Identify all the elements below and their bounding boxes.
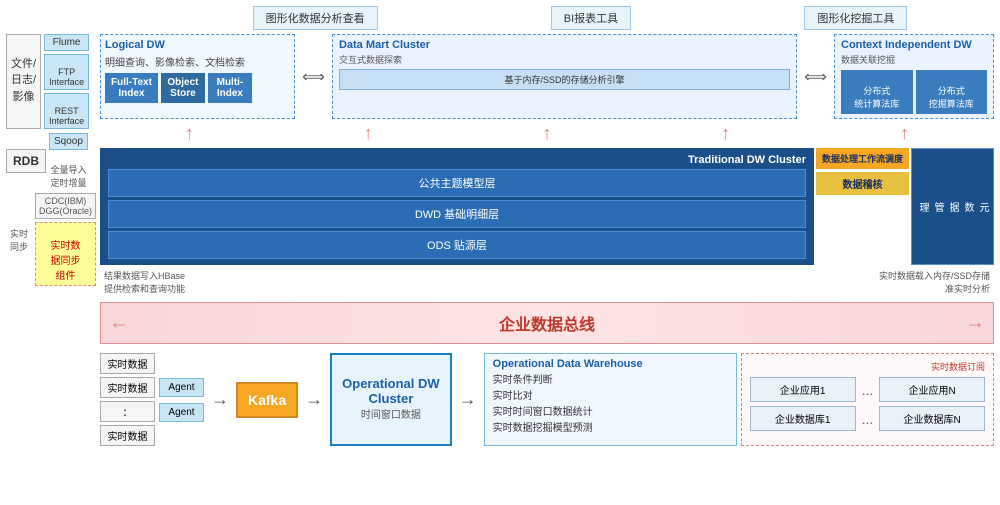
data-nucleus-box: 数据稽核 xyxy=(816,172,909,195)
db-dots: ... xyxy=(862,411,874,427)
app-item-n: 企业应用N xyxy=(879,377,985,402)
app-item-1: 企业应用1 xyxy=(750,377,856,402)
bus-arrow-right-icon: → xyxy=(965,312,985,335)
ftp-connector: FTP Interface xyxy=(44,54,89,90)
ssd-storage-note: 基于内存/SSD的存储分析引擎 xyxy=(339,69,790,90)
cdc-label: CDC(IBM) DGG(Oracle) xyxy=(35,193,96,219)
arrow-up-4: ↑ xyxy=(721,123,730,144)
agent-boxes: Agent Agent xyxy=(159,353,204,446)
db-item-n: 企业数据库N xyxy=(879,406,985,431)
kafka-box: Kafka xyxy=(236,382,298,418)
rt-data-3: ： xyxy=(100,401,155,422)
sync-label: 实时同步 xyxy=(6,227,32,253)
context-dw-subtitle: 数据关联挖掘 xyxy=(841,53,987,66)
logical-dw-title: Logical DW xyxy=(105,39,290,51)
op-item: 实时数据挖掘模型预测 xyxy=(493,421,728,437)
traditional-dw-title: Traditional DW Cluster xyxy=(108,154,806,166)
annotation-row: 结果数据写入HBase 提供检索和查询功能 实时数据载入内存/SSD存储 准实时… xyxy=(100,268,994,296)
data-mart-cluster: Data Mart Cluster 交互式数据探索 基于内存/SSD的存储分析引… xyxy=(332,34,797,119)
rest-connector: REST Interface xyxy=(44,93,89,129)
context-dw: Context Independent DW 数据关联挖掘 分布式 统计算法库 … xyxy=(834,34,994,119)
trad-layer-dwd: DWD 基础明细层 xyxy=(108,200,806,228)
op-dw-cluster: Operational DW Cluster 时间窗口数据 xyxy=(330,353,452,446)
enterprise-bus: ← 企业数据总线 → xyxy=(100,302,994,344)
data-mart-title: Data Mart Cluster xyxy=(339,39,790,51)
top-clusters-row: Logical DW 明细查询、影像检索、文档检索 Full-Text Inde… xyxy=(100,34,994,119)
flume-connector: Flume xyxy=(44,34,89,51)
top-labels: 图形化数据分析查看 BI报表工具 图形化挖掘工具 xyxy=(166,6,994,30)
connector-group: Flume FTP Interface REST Interface xyxy=(44,34,89,129)
object-store-box: Object Store xyxy=(161,73,205,103)
rt-subscribe-label: 实时数据订阅 xyxy=(750,360,985,373)
rt-data-4: 实时数据 xyxy=(100,425,155,446)
op-warehouse-items: 实时条件判断实时比对实时时间窗口数据统计实时数据挖掘模型预测 xyxy=(493,373,728,437)
main-container: 图形化数据分析查看 BI报表工具 图形化挖掘工具 文件/ 日志/ 影像 Flum… xyxy=(0,0,1000,505)
traditional-dw-side: 数据处理工作流调度 数据稽核 xyxy=(816,148,909,265)
arrow-up-5: ↑ xyxy=(900,123,909,144)
arrow-logical-datamart: ⟺ xyxy=(298,34,329,119)
top-label-mining: 图形化挖掘工具 xyxy=(804,6,907,30)
arrow-opdw-warehouse: → xyxy=(456,353,480,446)
context-dw-title: Context Independent DW xyxy=(841,39,987,51)
bus-arrow-left-icon: ← xyxy=(109,312,129,335)
agent-box-1: Agent xyxy=(159,378,204,397)
sqoop-connector: Sqoop xyxy=(49,133,88,150)
dist-mine-box: 分布式 挖掘算法库 xyxy=(916,70,988,114)
op-item: 实时比对 xyxy=(493,389,728,405)
agent-box-2: Agent xyxy=(159,403,204,422)
annotation-left: 结果数据写入HBase 提供检索和查询功能 xyxy=(104,269,185,295)
top-label-analytics: 图形化数据分析查看 xyxy=(253,6,378,30)
op-item: 实时条件判断 xyxy=(493,373,728,389)
operational-data-warehouse: Operational Data Warehouse 实时条件判断实时比对实时时… xyxy=(484,353,737,446)
arrow-up-1: ↑ xyxy=(185,123,194,144)
logical-dw-subtitle: 明细查询、影像检索、文档检索 xyxy=(105,54,290,69)
top-label-bi: BI报表工具 xyxy=(551,6,631,30)
arrow-up-3: ↑ xyxy=(542,123,551,144)
realtime-sync-component: 实时数 据同步 组件 xyxy=(35,222,96,286)
op-item: 实时时间窗口数据统计 xyxy=(493,405,728,421)
full-text-index-box: Full-Text Index xyxy=(105,73,158,103)
data-mart-subtitle: 交互式数据探索 xyxy=(339,53,790,66)
logical-dw: Logical DW 明细查询、影像检索、文档检索 Full-Text Inde… xyxy=(100,34,295,119)
arrow-datamart-context: ⟺ xyxy=(800,34,831,119)
index-boxes: Full-Text Index Object Store Multi- Inde… xyxy=(105,73,290,103)
trad-layer-topic: 公共主题模型层 xyxy=(108,169,806,197)
op-warehouse-title: Operational Data Warehouse xyxy=(493,358,728,370)
rdb-box: RDB xyxy=(6,149,46,173)
file-box: 文件/ 日志/ 影像 xyxy=(6,34,41,129)
app-dots-1: ... xyxy=(862,382,874,398)
op-dw-subtitle: 时间窗口数据 xyxy=(342,406,440,421)
multi-index-box: Multi- Index xyxy=(208,73,252,103)
traditional-dw-row: Traditional DW Cluster 公共主题模型层 DWD 基础明细层… xyxy=(100,148,994,265)
meta-mgmt-panel: 元 数 据 管 理 xyxy=(911,148,994,265)
traditional-dw-main: Traditional DW Cluster 公共主题模型层 DWD 基础明细层… xyxy=(100,148,814,265)
rt-data-1: 实时数据 xyxy=(100,353,155,374)
trad-layer-ods: ODS 贴源层 xyxy=(108,231,806,259)
process-sched-box: 数据处理工作流调度 xyxy=(816,148,909,169)
enterprise-db-row: 企业数据库1 ... 企业数据库N xyxy=(750,406,985,431)
center-main-area: Logical DW 明细查询、影像检索、文档检索 Full-Text Inde… xyxy=(100,34,994,446)
dist-stat-box: 分布式 统计算法库 xyxy=(841,70,913,114)
enterprise-app-row: 企业应用1 ... 企业应用N xyxy=(750,377,985,402)
db-item-1: 企业数据库1 xyxy=(750,406,856,431)
arrow-kafka-opdw: → xyxy=(302,353,326,446)
up-arrows-row: ↑ ↑ ↑ ↑ ↑ xyxy=(100,122,994,145)
bottom-area: 实时数据 实时数据 ： 实时数据 Agent xyxy=(100,353,994,446)
realtime-data-group: 实时数据 实时数据 ： 实时数据 xyxy=(100,353,155,446)
arrow-up-2: ↑ xyxy=(364,123,373,144)
dist-algo-boxes: 分布式 统计算法库 分布式 挖掘算法库 xyxy=(841,70,987,114)
enterprise-apps: 实时数据订阅 企业应用1 ... 企业应用N xyxy=(741,353,994,446)
op-dw-title: Operational DW Cluster xyxy=(342,361,440,406)
arrow-to-kafka: → xyxy=(208,353,232,446)
app-grid: 企业应用1 ... 企业应用N 企业数据库1 ... xyxy=(750,377,985,431)
enterprise-bus-label: 企业数据总线 xyxy=(499,317,595,334)
sqoop-note: 全量导入 定时增量 xyxy=(49,153,88,189)
annotation-right: 实时数据载入内存/SSD存储 准实时分析 xyxy=(879,269,990,295)
content-area: 文件/ 日志/ 影像 Flume FTP Interface REST Inte… xyxy=(6,34,994,446)
left-sidebar: 文件/ 日志/ 影像 Flume FTP Interface REST Inte… xyxy=(6,34,96,446)
rt-data-2: 实时数据 xyxy=(100,377,155,398)
